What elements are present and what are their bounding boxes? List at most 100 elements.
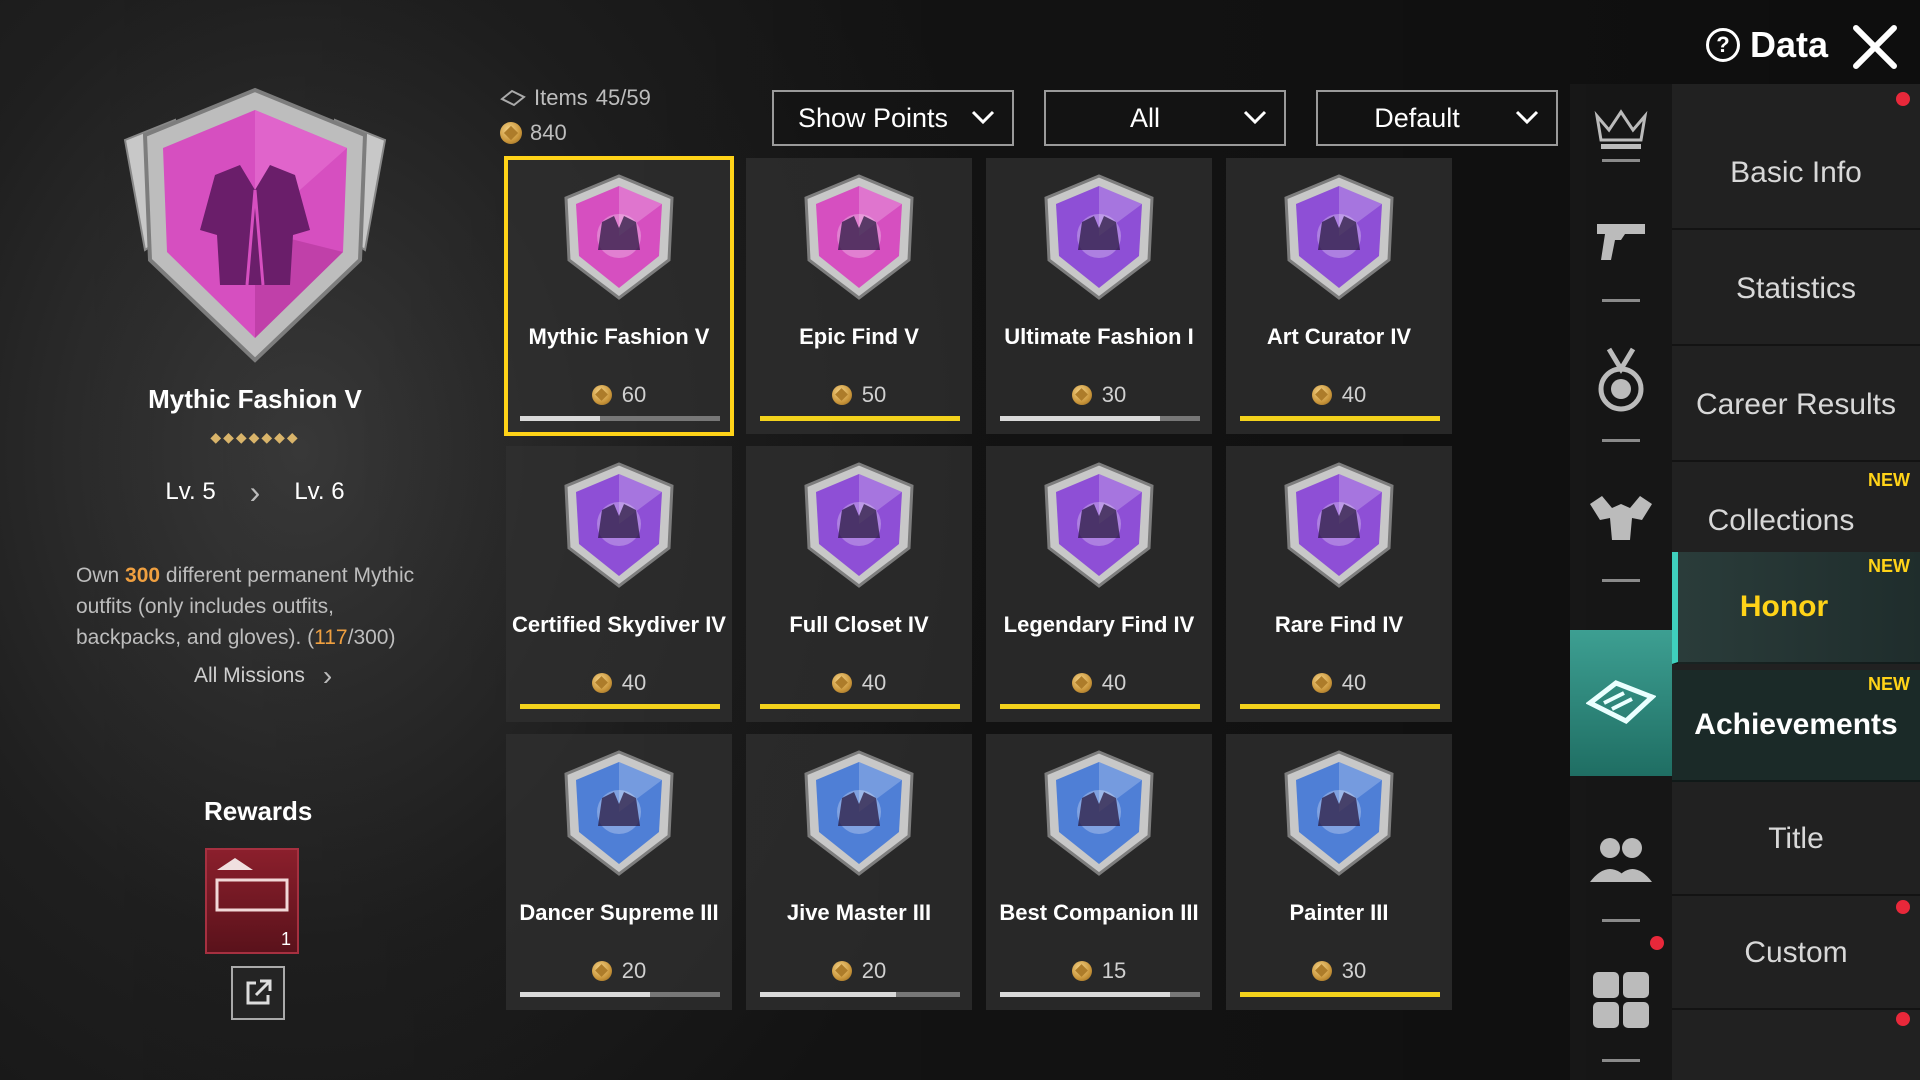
coin-icon — [591, 961, 612, 981]
items-icon — [500, 89, 526, 107]
nav-career-results[interactable]: Career Results — [1672, 350, 1920, 462]
achievement-name: Certified Skydiver IV — [512, 612, 726, 637]
level-from: Lv. 5 — [165, 478, 216, 505]
achievement-points: 15 — [986, 958, 1212, 984]
progress-bar — [520, 416, 720, 421]
desc-progress-number: 117 — [314, 626, 348, 649]
crown-tab[interactable] — [1570, 84, 1672, 170]
progress-bar — [1240, 416, 1440, 421]
reward-item[interactable]: 1 — [205, 848, 299, 954]
nav-label: Custom — [1744, 936, 1848, 969]
points-value: 30 — [1341, 958, 1367, 983]
nav-statistics[interactable]: Statistics — [1672, 234, 1920, 346]
progress-fill — [520, 704, 720, 709]
more-tab[interactable] — [1570, 930, 1672, 1070]
new-tag: NEW — [1868, 674, 1910, 694]
category-dropdown[interactable]: All — [1044, 90, 1286, 146]
coin-icon — [591, 385, 612, 405]
share-button[interactable] — [231, 966, 285, 1020]
achievement-card[interactable]: Epic Find V 50 — [746, 158, 972, 434]
desc-text-3: /300) — [347, 626, 396, 649]
sort-label: Default — [1374, 102, 1460, 133]
close-icon[interactable] — [1850, 22, 1900, 72]
nav-label: Statistics — [1735, 272, 1857, 305]
items-counter: Items 45/59 — [500, 85, 651, 111]
nav-basic-info[interactable]: Basic Info — [1672, 118, 1920, 230]
coin-icon — [1311, 385, 1332, 405]
achievement-card[interactable]: Full Closet IV 40 — [746, 446, 972, 722]
achievement-card[interactable]: Certified Skydiver IV 40 — [506, 446, 732, 722]
show-points-label: Show Points — [797, 102, 949, 133]
medal-tab[interactable] — [1570, 310, 1672, 450]
progress-bar — [760, 416, 960, 421]
external-link-icon — [246, 979, 272, 1005]
achievement-name: Art Curator IV — [1266, 324, 1412, 349]
dancer-icon — [564, 750, 674, 876]
separator — [1602, 1059, 1640, 1062]
coin-icon — [591, 673, 612, 693]
points-total: 840 — [530, 120, 567, 145]
separator — [1602, 159, 1640, 162]
nav-title[interactable]: Title — [1672, 784, 1920, 896]
jive-dancer-icon — [804, 750, 914, 876]
level-to: Lv. 6 — [294, 478, 345, 505]
achievement-card[interactable]: Jive Master III 20 — [746, 734, 972, 1010]
nav-label: Achievements — [1694, 708, 1898, 741]
achievement-name: Dancer Supreme III — [519, 900, 719, 925]
progress-fill — [1000, 992, 1170, 997]
coin-icon — [1071, 673, 1092, 693]
chevron-right-icon: › — [322, 660, 333, 691]
weapon-tab[interactable] — [1570, 170, 1672, 310]
rewards-label: Rewards — [204, 796, 313, 826]
progress-fill — [520, 992, 650, 997]
achievement-card[interactable]: Mythic Fashion V 60 — [504, 156, 734, 436]
notification-dot — [1896, 1012, 1910, 1026]
progress-fill — [1240, 992, 1440, 997]
nav-achievements[interactable]: Achievements NEW — [1672, 670, 1920, 782]
achievement-points: 30 — [986, 382, 1212, 408]
nav-more-partial[interactable] — [1672, 1012, 1920, 1080]
chevron-down-icon — [1515, 110, 1539, 125]
coin-icon — [1311, 961, 1332, 981]
achievement-card[interactable]: Art Curator IV 40 — [1226, 158, 1452, 434]
friends-tab[interactable] — [1570, 790, 1672, 930]
category-icon-column — [1570, 84, 1672, 1080]
achievement-card[interactable]: Best Companion III 15 — [986, 734, 1212, 1010]
nav-honor[interactable]: Honor NEW — [1672, 552, 1920, 664]
points-value: 40 — [861, 670, 887, 695]
desc-text-1: Own — [76, 564, 126, 587]
all-missions-link[interactable]: All Missions › — [194, 660, 332, 692]
points-value: 40 — [1341, 670, 1367, 695]
chevron-down-icon — [971, 110, 995, 125]
question-icon: ? — [1706, 28, 1740, 62]
achievement-card[interactable]: Ultimate Fashion I 30 — [986, 158, 1212, 434]
show-points-dropdown[interactable]: Show Points — [772, 90, 1014, 146]
achievement-points: 20 — [746, 958, 972, 984]
achievement-card[interactable]: Painter III 30 — [1226, 734, 1452, 1010]
items-count: 45/59 — [595, 85, 651, 110]
progress-bar — [760, 992, 960, 997]
fitness-tab[interactable] — [1570, 450, 1672, 590]
nav-custom[interactable]: Custom — [1672, 898, 1920, 1010]
vest-icon — [1284, 462, 1394, 588]
sort-dropdown[interactable]: Default — [1316, 90, 1558, 146]
achievement-card[interactable]: Legendary Find IV 40 — [986, 446, 1212, 722]
achievement-points: 40 — [1226, 670, 1452, 696]
achievement-name: Mythic Fashion V — [528, 324, 710, 349]
data-help-button[interactable]: ? Data — [1706, 24, 1828, 66]
coin-icon — [831, 961, 852, 981]
nav-label: Basic Info — [1730, 156, 1862, 189]
progress-fill — [1240, 416, 1440, 421]
achievement-card[interactable]: Rare Find IV 40 — [1226, 446, 1452, 722]
friends-icon — [1590, 838, 1652, 882]
progress-bar — [1240, 992, 1440, 997]
separator — [1602, 919, 1640, 922]
achievement-scroll-icon — [1586, 680, 1656, 725]
progress-fill — [520, 416, 600, 421]
achievement-name: Best Companion III — [999, 900, 1199, 925]
achievement-card[interactable]: Dancer Supreme III 20 — [506, 734, 732, 1010]
detail-title: Mythic Fashion V — [148, 384, 362, 414]
separator — [1602, 579, 1640, 582]
achievement-points: 40 — [506, 670, 732, 696]
honor-tab-icon[interactable] — [1570, 630, 1672, 776]
